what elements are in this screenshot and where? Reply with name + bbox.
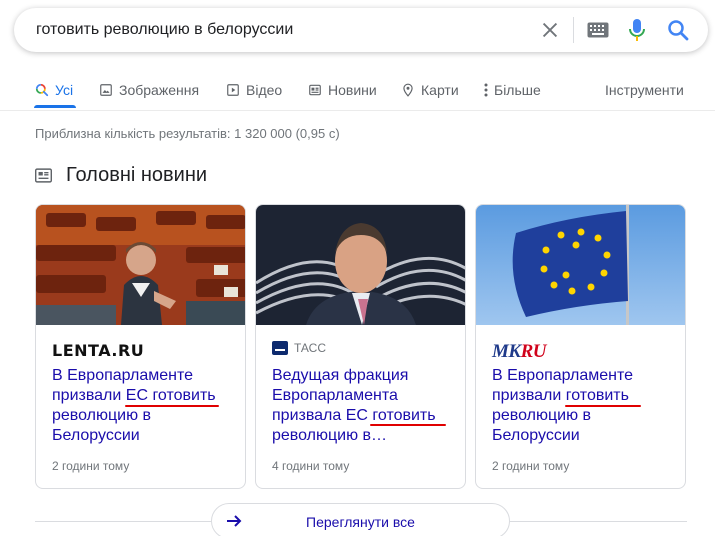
top-stories-header: Головні новини [35, 164, 207, 187]
microphone-icon[interactable] [628, 18, 646, 42]
tass-icon [272, 341, 288, 355]
tab-images[interactable]: Зображення [99, 82, 199, 98]
news-card[interactable]: ТАСС Ведущая фракция Европарламента приз… [255, 204, 466, 489]
annotation-underline [565, 405, 641, 407]
tab-label: Відео [246, 82, 283, 98]
see-all-button[interactable]: Переглянути все [211, 503, 510, 536]
newspaper-icon [35, 168, 52, 183]
tab-label: Зображення [119, 82, 200, 98]
ru-logo-part: RU [520, 341, 547, 362]
tab-label: Більше [494, 82, 541, 98]
annotation-underline [370, 424, 446, 426]
tabs-divider [0, 110, 715, 111]
tab-maps[interactable]: Карти [401, 82, 459, 98]
result-stats: Приблизна кількість результатів: 1 320 0… [35, 126, 340, 141]
active-tab-indicator [34, 105, 76, 108]
tab-news[interactable]: Новини [308, 82, 377, 98]
news-time: 2 години тому [492, 459, 570, 473]
search-box[interactable]: готовить революцию в белоруссии [14, 8, 708, 52]
tab-all[interactable]: Усі [35, 82, 73, 98]
tools-button[interactable]: Інструменти [605, 82, 684, 98]
news-source: LENTA.RU [52, 341, 144, 360]
more-vert-icon [484, 83, 488, 97]
news-time: 4 години тому [272, 459, 350, 473]
news-thumbnail [36, 205, 245, 325]
keyboard-icon[interactable] [587, 22, 609, 38]
searchbox-divider [573, 17, 574, 43]
search-icon[interactable] [666, 18, 690, 42]
news-time: 2 години тому [52, 459, 130, 473]
annotation-underline [125, 405, 219, 407]
mk-logo: MKRU [492, 341, 546, 363]
image-icon [100, 84, 112, 96]
search-tabs: Усі Зображення Відео Новини Карти Більше… [0, 78, 715, 108]
top-stories-title: Головні новини [66, 164, 208, 186]
tab-label: Новини [328, 82, 377, 98]
tab-label: Усі [55, 82, 74, 98]
news-headline[interactable]: Ведущая фракция Европарламента призвала … [272, 366, 457, 446]
tools-label: Інструменти [605, 82, 684, 98]
newspaper-icon [309, 84, 321, 96]
tab-video[interactable]: Відео [226, 82, 282, 98]
news-card[interactable]: LENTA.RU В Европарламенте призвали ЕС го… [35, 204, 246, 489]
search-input[interactable]: готовить революцию в белоруссии [36, 21, 293, 39]
play-icon [227, 84, 239, 96]
lenta-logo: LENTA.RU [52, 341, 145, 360]
map-pin-icon [403, 83, 413, 97]
news-card[interactable]: MKRU В Европарламенте призвали готовить … [475, 204, 686, 489]
source-name: ТАСС [294, 341, 327, 355]
clear-icon[interactable] [539, 19, 561, 41]
search-multicolor-icon [35, 83, 49, 97]
news-thumbnail [476, 205, 685, 325]
news-thumbnail [256, 205, 465, 325]
tab-label: Карти [421, 82, 459, 98]
news-source: ТАСС [272, 341, 326, 355]
tab-more[interactable]: Більше [484, 82, 541, 98]
mk-logo-part: MK [492, 341, 521, 362]
see-all-label: Переглянути все [306, 514, 415, 530]
news-source: MKRU [492, 341, 546, 363]
